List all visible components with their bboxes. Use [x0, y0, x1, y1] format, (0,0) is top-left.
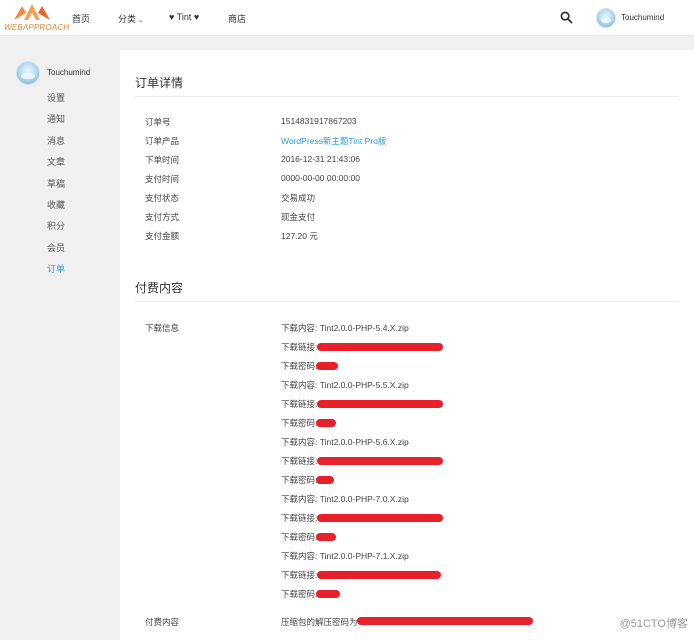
product-link[interactable]: WordPress新主题Tint Pro版 — [281, 135, 386, 147]
download-content: 下载内容: Tint2.0.0-PHP-5.4.X.zip — [281, 323, 409, 333]
download-link-label: 下载链接: — [281, 399, 318, 409]
redaction-mark — [357, 617, 533, 625]
download-password-label: 下载密码: — [281, 589, 318, 599]
order-field-row: 支付金额 127.20 元 — [145, 230, 665, 244]
sidebar-item-drafts[interactable]: 草稿 — [47, 178, 65, 199]
download-password-label: 下载密码: — [281, 532, 318, 542]
nav-home-label: 首页 — [72, 14, 91, 24]
order-detail-panel: 订单详情 订单号 1514831917867203 订单产品 WordPress… — [120, 50, 694, 640]
field-value: 1514831917867203 — [281, 116, 357, 126]
chevron-down-icon: ⌄ — [138, 17, 144, 24]
redaction-mark — [316, 362, 338, 370]
download-content: 下载内容: Tint2.0.0-PHP-7.1.X.zip — [281, 551, 409, 561]
nav-category-label: 分类 — [118, 14, 137, 24]
redaction-mark — [316, 590, 340, 598]
header-username[interactable]: Touchumind — [621, 13, 664, 22]
redaction-mark — [316, 419, 336, 427]
download-content: 下载内容: Tint2.0.0-PHP-5.6.X.zip — [281, 437, 409, 447]
field-label: 订单产品 — [145, 136, 180, 146]
field-label: 订单号 — [145, 117, 171, 127]
divider — [135, 301, 679, 302]
sidebar-item-orders[interactable]: 订单 — [47, 263, 65, 284]
field-label: 下单时间 — [145, 155, 180, 165]
top-navbar: WEBAPPROACH 首页 分类 ⌄ ♥ Tint ♥ 商店 Touchumin… — [0, 0, 694, 36]
download-link-label: 下载链接: — [281, 570, 318, 580]
download-password-label: 下载密码: — [281, 475, 318, 485]
order-field-row: 支付方式 现金支付 — [145, 211, 665, 225]
nav-shop[interactable]: 商店 — [228, 12, 246, 25]
download-link-label: 下载链接: — [281, 456, 318, 466]
redaction-mark — [316, 533, 336, 541]
watermark-text: @51CTO博客 — [619, 618, 688, 630]
logo-mark-icon — [14, 4, 50, 20]
sidebar-menu: 设置 通知 消息 文章 草稿 收藏 积分 会员 订单 — [47, 92, 65, 285]
redaction-mark — [317, 457, 443, 465]
user-avatar[interactable] — [596, 8, 616, 28]
paid-content-value: 压缩包的解压密码为 — [281, 617, 358, 627]
redaction-mark — [317, 343, 443, 351]
sidebar-item-articles[interactable]: 文章 — [47, 156, 65, 177]
logo-text: WEBAPPROACH — [4, 23, 70, 32]
redaction-mark — [317, 514, 443, 522]
field-value: 现金支付 — [281, 212, 316, 222]
order-field-row: 订单号 1514831917867203 — [145, 116, 665, 130]
sidebar-avatar[interactable] — [16, 61, 40, 85]
redaction-mark — [316, 476, 334, 484]
field-label: 支付状态 — [145, 193, 180, 203]
download-content: 下载内容: Tint2.0.0-PHP-5.5.X.zip — [281, 380, 409, 390]
order-field-row: 下单时间 2016-12-31 21:43:06 — [145, 154, 665, 168]
sidebar-item-messages[interactable]: 消息 — [47, 135, 65, 156]
field-value: 0000-00-00 00:00:00 — [281, 173, 360, 183]
download-password-label: 下载密码: — [281, 418, 318, 428]
nav-category[interactable]: 分类 ⌄ — [118, 12, 144, 25]
sidebar-item-points[interactable]: 积分 — [47, 220, 65, 241]
field-label: 支付方式 — [145, 212, 180, 222]
order-field-row: 支付时间 0000-00-00 00:00:00 — [145, 173, 665, 187]
order-detail-title: 订单详情 — [135, 76, 184, 90]
paid-content-title: 付费内容 — [135, 281, 184, 295]
field-label: 支付时间 — [145, 174, 180, 184]
redaction-mark — [317, 400, 443, 408]
order-field-row: 订单产品 WordPress新主题Tint Pro版 — [145, 135, 665, 149]
search-icon[interactable] — [560, 11, 573, 24]
field-label: 支付金额 — [145, 231, 180, 241]
paid-content-label: 付费内容 — [145, 617, 180, 627]
sidebar-item-favorites[interactable]: 收藏 — [47, 199, 65, 220]
redaction-mark — [317, 571, 441, 579]
nav-home[interactable]: 首页 — [72, 12, 90, 25]
divider — [135, 96, 679, 97]
sidebar-item-settings[interactable]: 设置 — [47, 92, 65, 113]
field-value: 127.20 元 — [281, 231, 318, 241]
download-content: 下载内容: Tint2.0.0-PHP-7.0.X.zip — [281, 494, 409, 504]
nav-shop-label: 商店 — [228, 14, 247, 24]
download-password-label: 下载密码: — [281, 361, 318, 371]
user-sidebar: Touchumind 设置 通知 消息 文章 草稿 收藏 积分 会员 订单 — [6, 50, 118, 640]
sidebar-item-notifications[interactable]: 通知 — [47, 113, 65, 134]
download-link-label: 下载链接: — [281, 342, 318, 352]
order-field-row: 支付状态 交易成功 — [145, 192, 665, 206]
field-value: 2016-12-31 21:43:06 — [281, 154, 360, 164]
sidebar-username[interactable]: Touchumind — [47, 68, 90, 77]
sidebar-item-membership[interactable]: 会员 — [47, 242, 65, 263]
download-info-label: 下载信息 — [145, 323, 180, 333]
field-value: 交易成功 — [281, 193, 316, 203]
download-link-label: 下载链接: — [281, 513, 318, 523]
nav-tint[interactable]: ♥ Tint ♥ — [169, 12, 199, 22]
nav-tint-label: ♥ Tint ♥ — [169, 12, 200, 22]
site-logo[interactable]: WEBAPPROACH — [4, 2, 69, 34]
